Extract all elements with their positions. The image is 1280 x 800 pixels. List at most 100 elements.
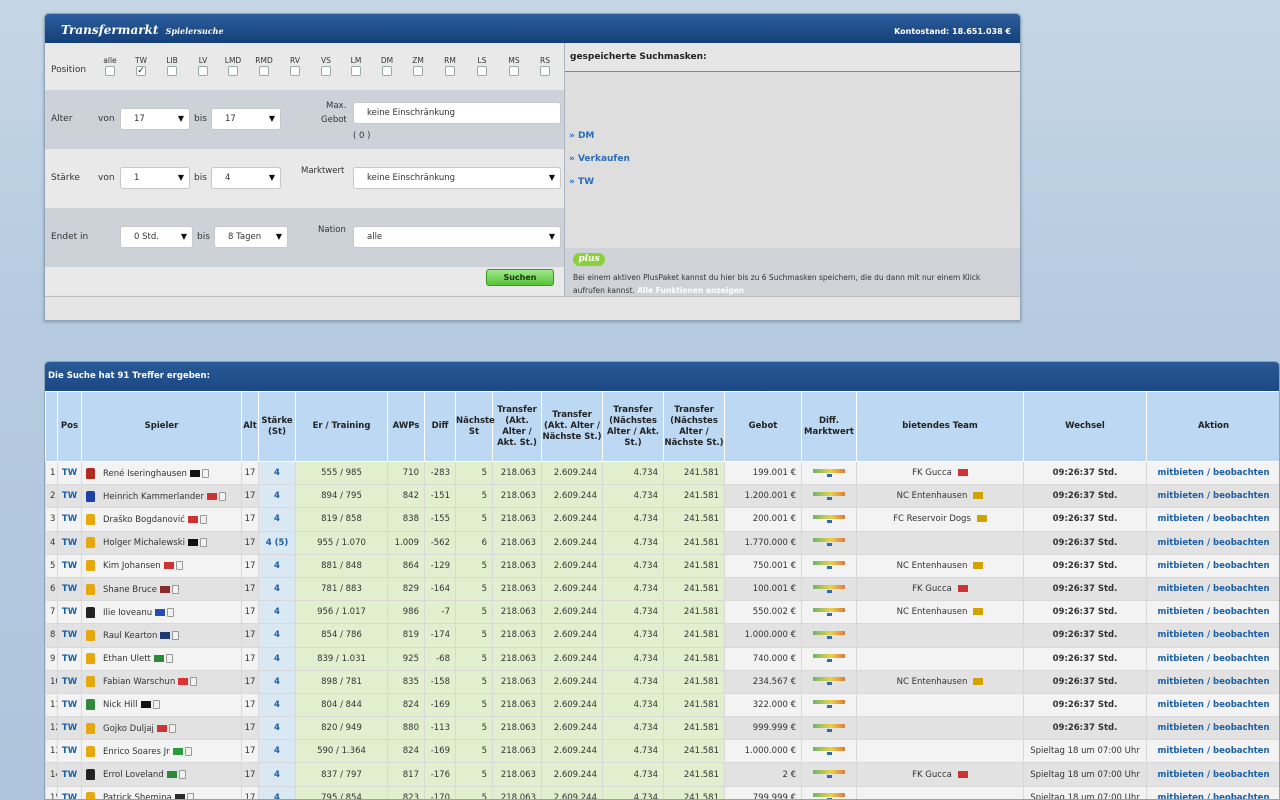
bidding-team-link[interactable]: FK Gucca — [912, 468, 952, 478]
notes-icon[interactable] — [218, 491, 226, 501]
age-to-select[interactable]: 17 ▼ — [211, 108, 281, 130]
player-name-link[interactable]: Patrick Shemina — [103, 793, 172, 799]
position-checkbox[interactable] — [445, 66, 455, 76]
player-name-link[interactable]: Errol Loveland — [103, 770, 164, 780]
notes-icon[interactable] — [168, 723, 176, 733]
watch-link[interactable]: beobachten — [1213, 538, 1269, 548]
position-checkbox[interactable] — [228, 66, 238, 76]
player-name-link[interactable]: Draško Bogdanović — [103, 515, 185, 525]
bid-link[interactable]: mitbieten — [1158, 491, 1204, 501]
watch-link[interactable]: beobachten — [1213, 677, 1269, 687]
ends-from-select[interactable]: 0 Std. ▼ — [120, 226, 193, 248]
age-from-select[interactable]: 17 ▼ — [120, 108, 190, 130]
player-name-link[interactable]: Raul Kearton — [103, 631, 157, 641]
ends-to-select[interactable]: 8 Tagen ▼ — [214, 226, 288, 248]
watch-link[interactable]: beobachten — [1213, 630, 1269, 640]
position-checkbox[interactable] — [382, 66, 392, 76]
saved-search-dm-link[interactable]: » DM — [569, 131, 594, 141]
search-button[interactable]: Suchen — [486, 269, 554, 286]
player-name-link[interactable]: Enrico Soares Jr — [103, 747, 170, 757]
bid-link[interactable]: mitbieten — [1158, 607, 1204, 617]
experience-cell: 881 / 848 — [295, 553, 388, 578]
watch-link[interactable]: beobachten — [1213, 607, 1269, 617]
bidding-team-link[interactable]: NC Entenhausen — [897, 607, 968, 617]
strength-to-select[interactable]: 4 ▼ — [211, 167, 281, 189]
notes-icon[interactable] — [175, 561, 183, 571]
position-checkbox[interactable]: ✓ — [136, 66, 146, 76]
position-checkbox[interactable] — [198, 66, 208, 76]
bid-link[interactable]: mitbieten — [1158, 630, 1204, 640]
watch-link[interactable]: beobachten — [1213, 654, 1269, 664]
notes-icon[interactable] — [178, 770, 186, 780]
watch-link[interactable]: beobachten — [1213, 584, 1269, 594]
position-checkbox[interactable] — [509, 66, 519, 76]
bid-link[interactable]: mitbieten — [1158, 584, 1204, 594]
watch-link[interactable]: beobachten — [1213, 561, 1269, 571]
notes-icon[interactable] — [186, 793, 194, 799]
bidding-team-link[interactable]: FC Reservoir Dogs — [893, 514, 971, 524]
notes-icon[interactable] — [167, 607, 175, 617]
player-name-link[interactable]: Holger Michalewski — [103, 538, 185, 548]
saved-search-verkaufen-link[interactable]: » Verkaufen — [569, 154, 630, 164]
player-name-link[interactable]: Fabian Warschun — [103, 677, 175, 687]
player-name-link[interactable]: Gojko Duljaj — [103, 724, 154, 734]
bid-link[interactable]: mitbieten — [1158, 677, 1204, 687]
bid-link[interactable]: mitbieten — [1158, 770, 1204, 780]
marketvalue-select[interactable]: keine Einschränkung ▼ — [353, 167, 561, 189]
player-name-link[interactable]: Shane Bruce — [103, 585, 157, 595]
watch-link[interactable]: beobachten — [1213, 491, 1269, 501]
player-name-link[interactable]: Kim Johansen — [103, 561, 161, 571]
watch-link[interactable]: beobachten — [1213, 514, 1269, 524]
bidding-team-link[interactable]: FK Gucca — [912, 584, 952, 594]
bidding-team-link[interactable]: NC Entenhausen — [897, 677, 968, 687]
player-name-link[interactable]: Heinrich Kammerlander — [103, 492, 204, 502]
bid-link[interactable]: mitbieten — [1158, 654, 1204, 664]
bid-link[interactable]: mitbieten — [1158, 468, 1204, 478]
watch-link[interactable]: beobachten — [1213, 700, 1269, 710]
bid-link[interactable]: mitbieten — [1158, 700, 1204, 710]
bidding-team-link[interactable]: NC Entenhausen — [897, 491, 968, 501]
notes-icon[interactable] — [201, 468, 209, 478]
player-name-link[interactable]: René Iseringhausen — [103, 469, 187, 479]
strength-from-select[interactable]: 1 ▼ — [120, 167, 190, 189]
player-name-link[interactable]: Ethan Ulett — [103, 654, 151, 664]
watch-link[interactable]: beobachten — [1213, 468, 1269, 478]
notes-icon[interactable] — [190, 677, 198, 687]
position-checkbox[interactable] — [290, 66, 300, 76]
bidding-team-link[interactable]: FK Gucca — [912, 770, 952, 780]
watch-link[interactable]: beobachten — [1213, 770, 1269, 780]
position-checkbox[interactable] — [540, 66, 550, 76]
plus-features-link[interactable]: Alle Funktionen anzeigen — [637, 286, 744, 295]
position-checkbox[interactable] — [321, 66, 331, 76]
bid-link[interactable]: mitbieten — [1158, 746, 1204, 756]
nation-select[interactable]: alle ▼ — [353, 226, 561, 248]
bid-link[interactable]: mitbieten — [1158, 561, 1204, 571]
player-name-link[interactable]: Ilie Ioveanu — [103, 608, 152, 618]
notes-icon[interactable] — [165, 654, 173, 664]
notes-icon[interactable] — [171, 584, 179, 594]
bidding-team-link[interactable]: NC Entenhausen — [897, 561, 968, 571]
position-checkbox[interactable] — [413, 66, 423, 76]
watch-link[interactable]: beobachten — [1213, 746, 1269, 756]
notes-icon[interactable] — [200, 538, 207, 548]
notes-icon[interactable] — [172, 630, 180, 640]
position-checkbox[interactable] — [351, 66, 361, 76]
position-option-zm: ZM — [408, 56, 428, 79]
watch-link[interactable]: beobachten — [1213, 793, 1269, 799]
player-name-link[interactable]: Nick Hill — [103, 700, 138, 710]
position-option-lib: LIB — [162, 56, 182, 79]
bid-link[interactable]: mitbieten — [1158, 793, 1204, 799]
position-checkbox[interactable] — [167, 66, 177, 76]
notes-icon[interactable] — [184, 746, 192, 756]
bid-link[interactable]: mitbieten — [1158, 538, 1204, 548]
position-checkbox[interactable] — [477, 66, 487, 76]
notes-icon[interactable] — [152, 700, 160, 710]
saved-search-tw-link[interactable]: » TW — [569, 177, 594, 187]
position-checkbox[interactable] — [105, 66, 115, 76]
bid-link[interactable]: mitbieten — [1158, 514, 1204, 524]
notes-icon[interactable] — [199, 514, 207, 524]
position-checkbox[interactable] — [259, 66, 269, 76]
maxbid-input[interactable]: keine Einschränkung — [353, 102, 561, 124]
watch-link[interactable]: beobachten — [1213, 723, 1269, 733]
bid-link[interactable]: mitbieten — [1158, 723, 1204, 733]
